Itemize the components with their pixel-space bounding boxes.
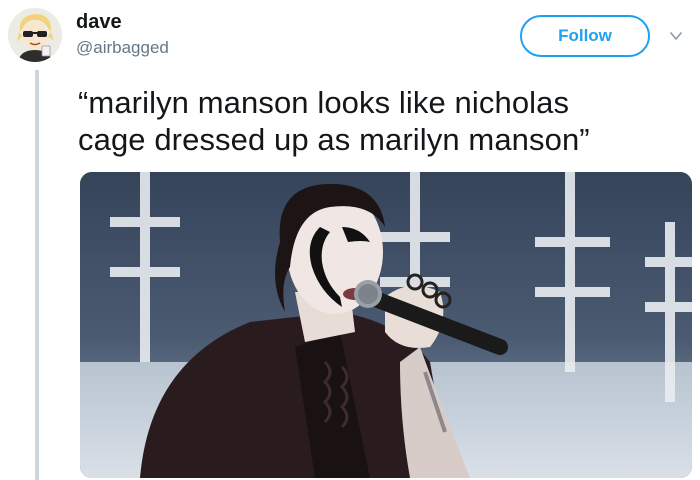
tweet-text-line: “marilyn manson looks like nicholas xyxy=(78,85,570,120)
user-handle[interactable]: @airbagged xyxy=(76,36,169,60)
tweet-card: dave @airbagged Follow “marilyn manson l… xyxy=(0,0,700,480)
thread-line xyxy=(35,70,39,480)
user-info[interactable]: dave @airbagged xyxy=(76,10,169,60)
cartoon-avatar-icon[interactable] xyxy=(8,8,62,62)
tweet-text: “marilyn manson looks like nicholas cage… xyxy=(78,84,678,158)
display-name[interactable]: dave xyxy=(76,10,169,34)
follow-button[interactable]: Follow xyxy=(520,15,650,57)
photo-performer-with-microphone xyxy=(80,172,692,478)
chevron-down-icon[interactable] xyxy=(668,28,684,44)
tweet-photo[interactable] xyxy=(80,172,692,478)
tweet-text-line: cage dressed up as marilyn manson” xyxy=(78,122,590,157)
